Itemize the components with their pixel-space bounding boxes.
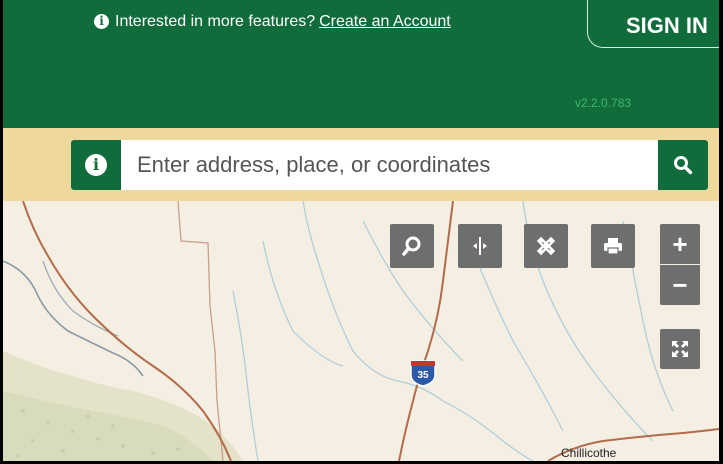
header-bar: i Interested in more features? Create an A… bbox=[3, 0, 719, 128]
version-label: v2.2.0.783 bbox=[575, 96, 632, 110]
fullscreen-button[interactable] bbox=[660, 329, 700, 369]
compare-tool-button[interactable] bbox=[458, 224, 502, 268]
zoom-in-button[interactable]: + bbox=[660, 224, 700, 264]
plus-icon: + bbox=[672, 229, 688, 259]
app-frame: i Interested in more features? Create an A… bbox=[3, 0, 719, 461]
zoom-out-button[interactable]: − bbox=[660, 265, 700, 305]
search-input[interactable] bbox=[127, 140, 647, 190]
expand-icon bbox=[672, 341, 688, 357]
print-tool-button[interactable] bbox=[591, 224, 635, 268]
map-canvas[interactable]: 35 + − Chillicothe bbox=[3, 201, 719, 461]
printer-icon bbox=[604, 238, 622, 255]
search-icon bbox=[674, 156, 693, 175]
split-arrows-icon bbox=[473, 237, 487, 255]
city-label: Chillicothe bbox=[561, 446, 617, 460]
notice-text: Interested in more features? bbox=[115, 13, 316, 30]
sign-in-button[interactable]: SIGN IN bbox=[587, 0, 719, 48]
search-button[interactable] bbox=[658, 140, 708, 190]
search-box: i bbox=[71, 140, 708, 190]
minus-icon: − bbox=[672, 270, 688, 300]
search-band: i bbox=[3, 128, 719, 201]
info-icon: i bbox=[94, 14, 109, 29]
magnifier-icon bbox=[402, 236, 421, 256]
ruler-pencil-icon bbox=[536, 236, 556, 256]
search-tool-button[interactable] bbox=[390, 224, 434, 268]
search-info-button[interactable]: i bbox=[71, 140, 121, 190]
create-account-link[interactable]: Create an Account bbox=[319, 13, 451, 30]
account-notice: i Interested in more features? Create an A… bbox=[94, 12, 451, 32]
highway-shield-label: 35 bbox=[417, 370, 429, 381]
info-icon: i bbox=[85, 154, 107, 176]
measure-tool-button[interactable] bbox=[524, 224, 568, 268]
